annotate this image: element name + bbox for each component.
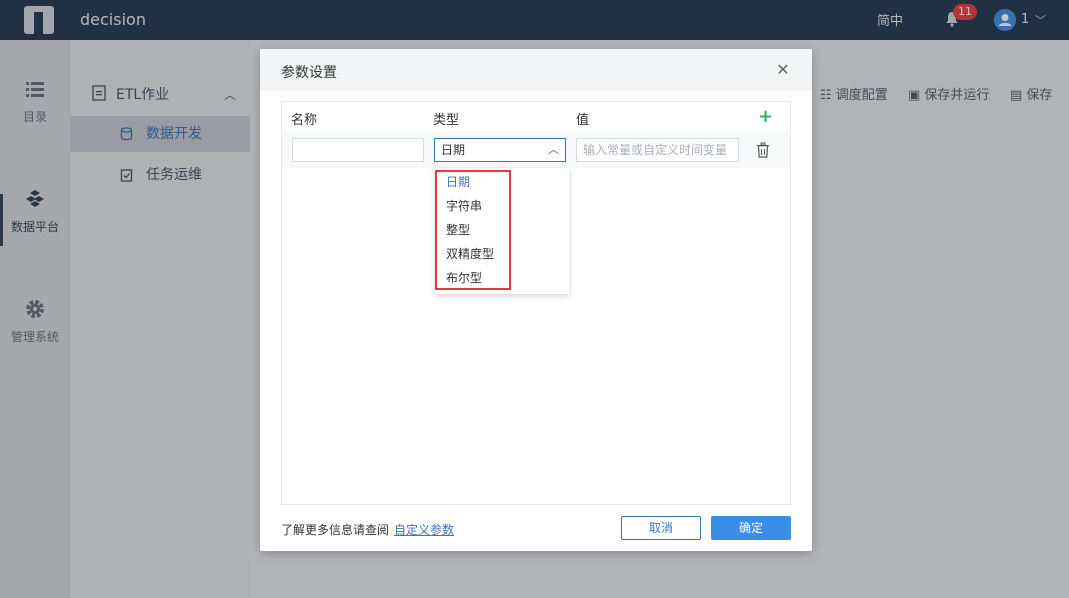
type-option[interactable]: 双精度型 bbox=[446, 244, 494, 264]
type-option[interactable]: 日期 bbox=[446, 172, 470, 192]
parameter-value-input[interactable] bbox=[576, 138, 739, 162]
custom-params-link[interactable]: 自定义参数 bbox=[394, 521, 454, 538]
help-text: 了解更多信息请查阅 bbox=[281, 523, 390, 537]
add-parameter-button[interactable]: + bbox=[758, 106, 773, 127]
chevron-up-icon: ︿ bbox=[548, 143, 559, 156]
confirm-button[interactable]: 确定 bbox=[711, 516, 791, 540]
type-option[interactable]: 布尔型 bbox=[446, 268, 482, 288]
close-icon[interactable]: ✕ bbox=[774, 61, 792, 79]
column-header-type: 类型 bbox=[433, 113, 460, 128]
dialog-title: 参数设置 bbox=[281, 65, 337, 81]
cancel-button[interactable]: 取消 bbox=[621, 516, 701, 540]
parameter-type-select[interactable]: 日期 ︿ bbox=[434, 138, 566, 162]
column-header-name: 名称 bbox=[291, 113, 318, 128]
parameter-name-input[interactable] bbox=[292, 138, 424, 162]
parameter-type-value: 日期 bbox=[441, 143, 466, 157]
parameter-settings-dialog: 参数设置 ✕ 名称 类型 值 + 日期 ︿ 日期 字符串 整型 双精度型 布尔型… bbox=[260, 49, 812, 551]
dialog-header: 参数设置 ✕ bbox=[260, 49, 812, 91]
type-option[interactable]: 整型 bbox=[446, 220, 470, 240]
column-header-value: 值 bbox=[576, 113, 590, 128]
trash-icon[interactable] bbox=[756, 142, 770, 158]
type-option[interactable]: 字符串 bbox=[446, 196, 482, 216]
parameter-table: 名称 类型 值 + 日期 ︿ 日期 字符串 整型 双精度型 布尔型 bbox=[281, 101, 791, 505]
type-dropdown-menu: 日期 字符串 整型 双精度型 布尔型 bbox=[435, 168, 569, 294]
